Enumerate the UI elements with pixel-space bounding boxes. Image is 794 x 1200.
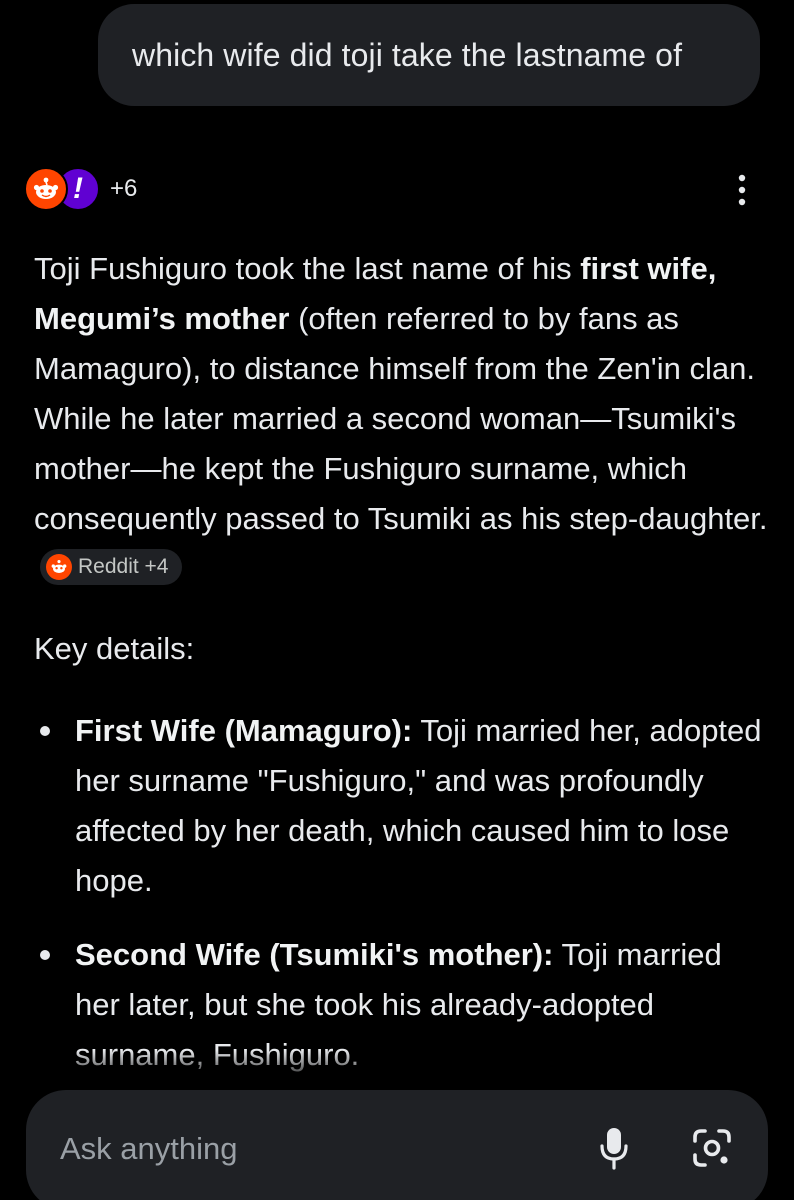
ask-box[interactable] (26, 1090, 768, 1200)
google-lens-button[interactable] (690, 1126, 734, 1170)
list-item-title: Second Wife (Tsumiki's mother): (75, 937, 554, 972)
more-vert-icon (738, 174, 746, 206)
ai-mode-page: which wife did toji take the lastname of… (0, 0, 794, 1200)
more-options-button[interactable] (726, 168, 758, 212)
more-sources-count: +6 (110, 175, 138, 202)
mic-icon (600, 1128, 628, 1170)
key-details-list: First Wife (Mamaguro): Toji married her,… (34, 706, 774, 1104)
answer-paragraph: Toji Fushiguro took the last name of his… (34, 244, 770, 594)
key-details-heading: Key details: (34, 631, 195, 666)
ask-input[interactable] (58, 1120, 582, 1178)
bullet-dot (40, 726, 50, 736)
google-lens-icon (693, 1129, 731, 1167)
sources-row[interactable]: ! +6 (24, 166, 137, 212)
list-item: First Wife (Mamaguro): Toji married her,… (34, 706, 774, 906)
bullet-dot (40, 950, 50, 960)
reddit-icon (24, 167, 68, 211)
voice-search-button[interactable] (594, 1124, 634, 1174)
answer-text-cont: (often referred to by fans as Mamaguro),… (34, 301, 768, 536)
list-item-title: First Wife (Mamaguro): (75, 713, 413, 748)
user-query-bubble: which wife did toji take the lastname of (98, 4, 760, 106)
reddit-icon (46, 554, 72, 580)
user-query-text: which wife did toji take the lastname of (132, 36, 683, 73)
citation-chip[interactable]: Reddit +4 (40, 549, 183, 585)
answer-text: Toji Fushiguro took the last name of his (34, 251, 581, 286)
citation-label: Reddit +4 (78, 555, 169, 578)
